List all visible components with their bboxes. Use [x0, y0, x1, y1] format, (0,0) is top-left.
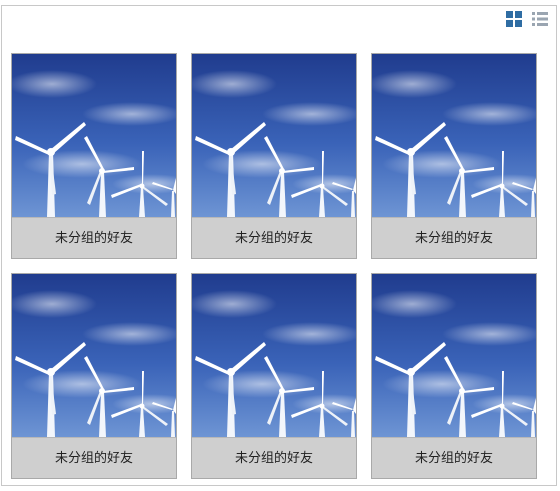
wind-turbines-photo — [12, 54, 176, 217]
group-card[interactable]: 未分组的好友 — [191, 273, 357, 479]
group-card-label: 未分组的好友 — [12, 217, 176, 258]
group-card-label: 未分组的好友 — [12, 437, 176, 478]
group-card-label: 未分组的好友 — [372, 217, 536, 258]
friend-group-panel: 未分组的好友 未分组的好友 未分组的好友 未分组的好友 未分组的好友 未分组的好… — [1, 5, 557, 486]
group-card[interactable]: 未分组的好友 — [11, 273, 177, 479]
list-view-icon[interactable] — [532, 11, 548, 27]
group-card-label: 未分组的好友 — [192, 437, 356, 478]
wind-turbines-photo — [12, 274, 176, 437]
group-card[interactable]: 未分组的好友 — [191, 53, 357, 259]
group-card[interactable]: 未分组的好友 — [371, 53, 537, 259]
group-card-label: 未分组的好友 — [192, 217, 356, 258]
group-card[interactable]: 未分组的好友 — [11, 53, 177, 259]
group-card-grid: 未分组的好友 未分组的好友 未分组的好友 未分组的好友 未分组的好友 未分组的好… — [11, 53, 537, 479]
wind-turbines-photo — [372, 274, 536, 437]
group-card-label: 未分组的好友 — [372, 437, 536, 478]
wind-turbines-photo — [192, 54, 356, 217]
view-toggle — [506, 11, 548, 27]
wind-turbines-photo — [192, 274, 356, 437]
grid-view-icon[interactable] — [506, 11, 522, 27]
wind-turbines-photo — [372, 54, 536, 217]
group-card[interactable]: 未分组的好友 — [371, 273, 537, 479]
